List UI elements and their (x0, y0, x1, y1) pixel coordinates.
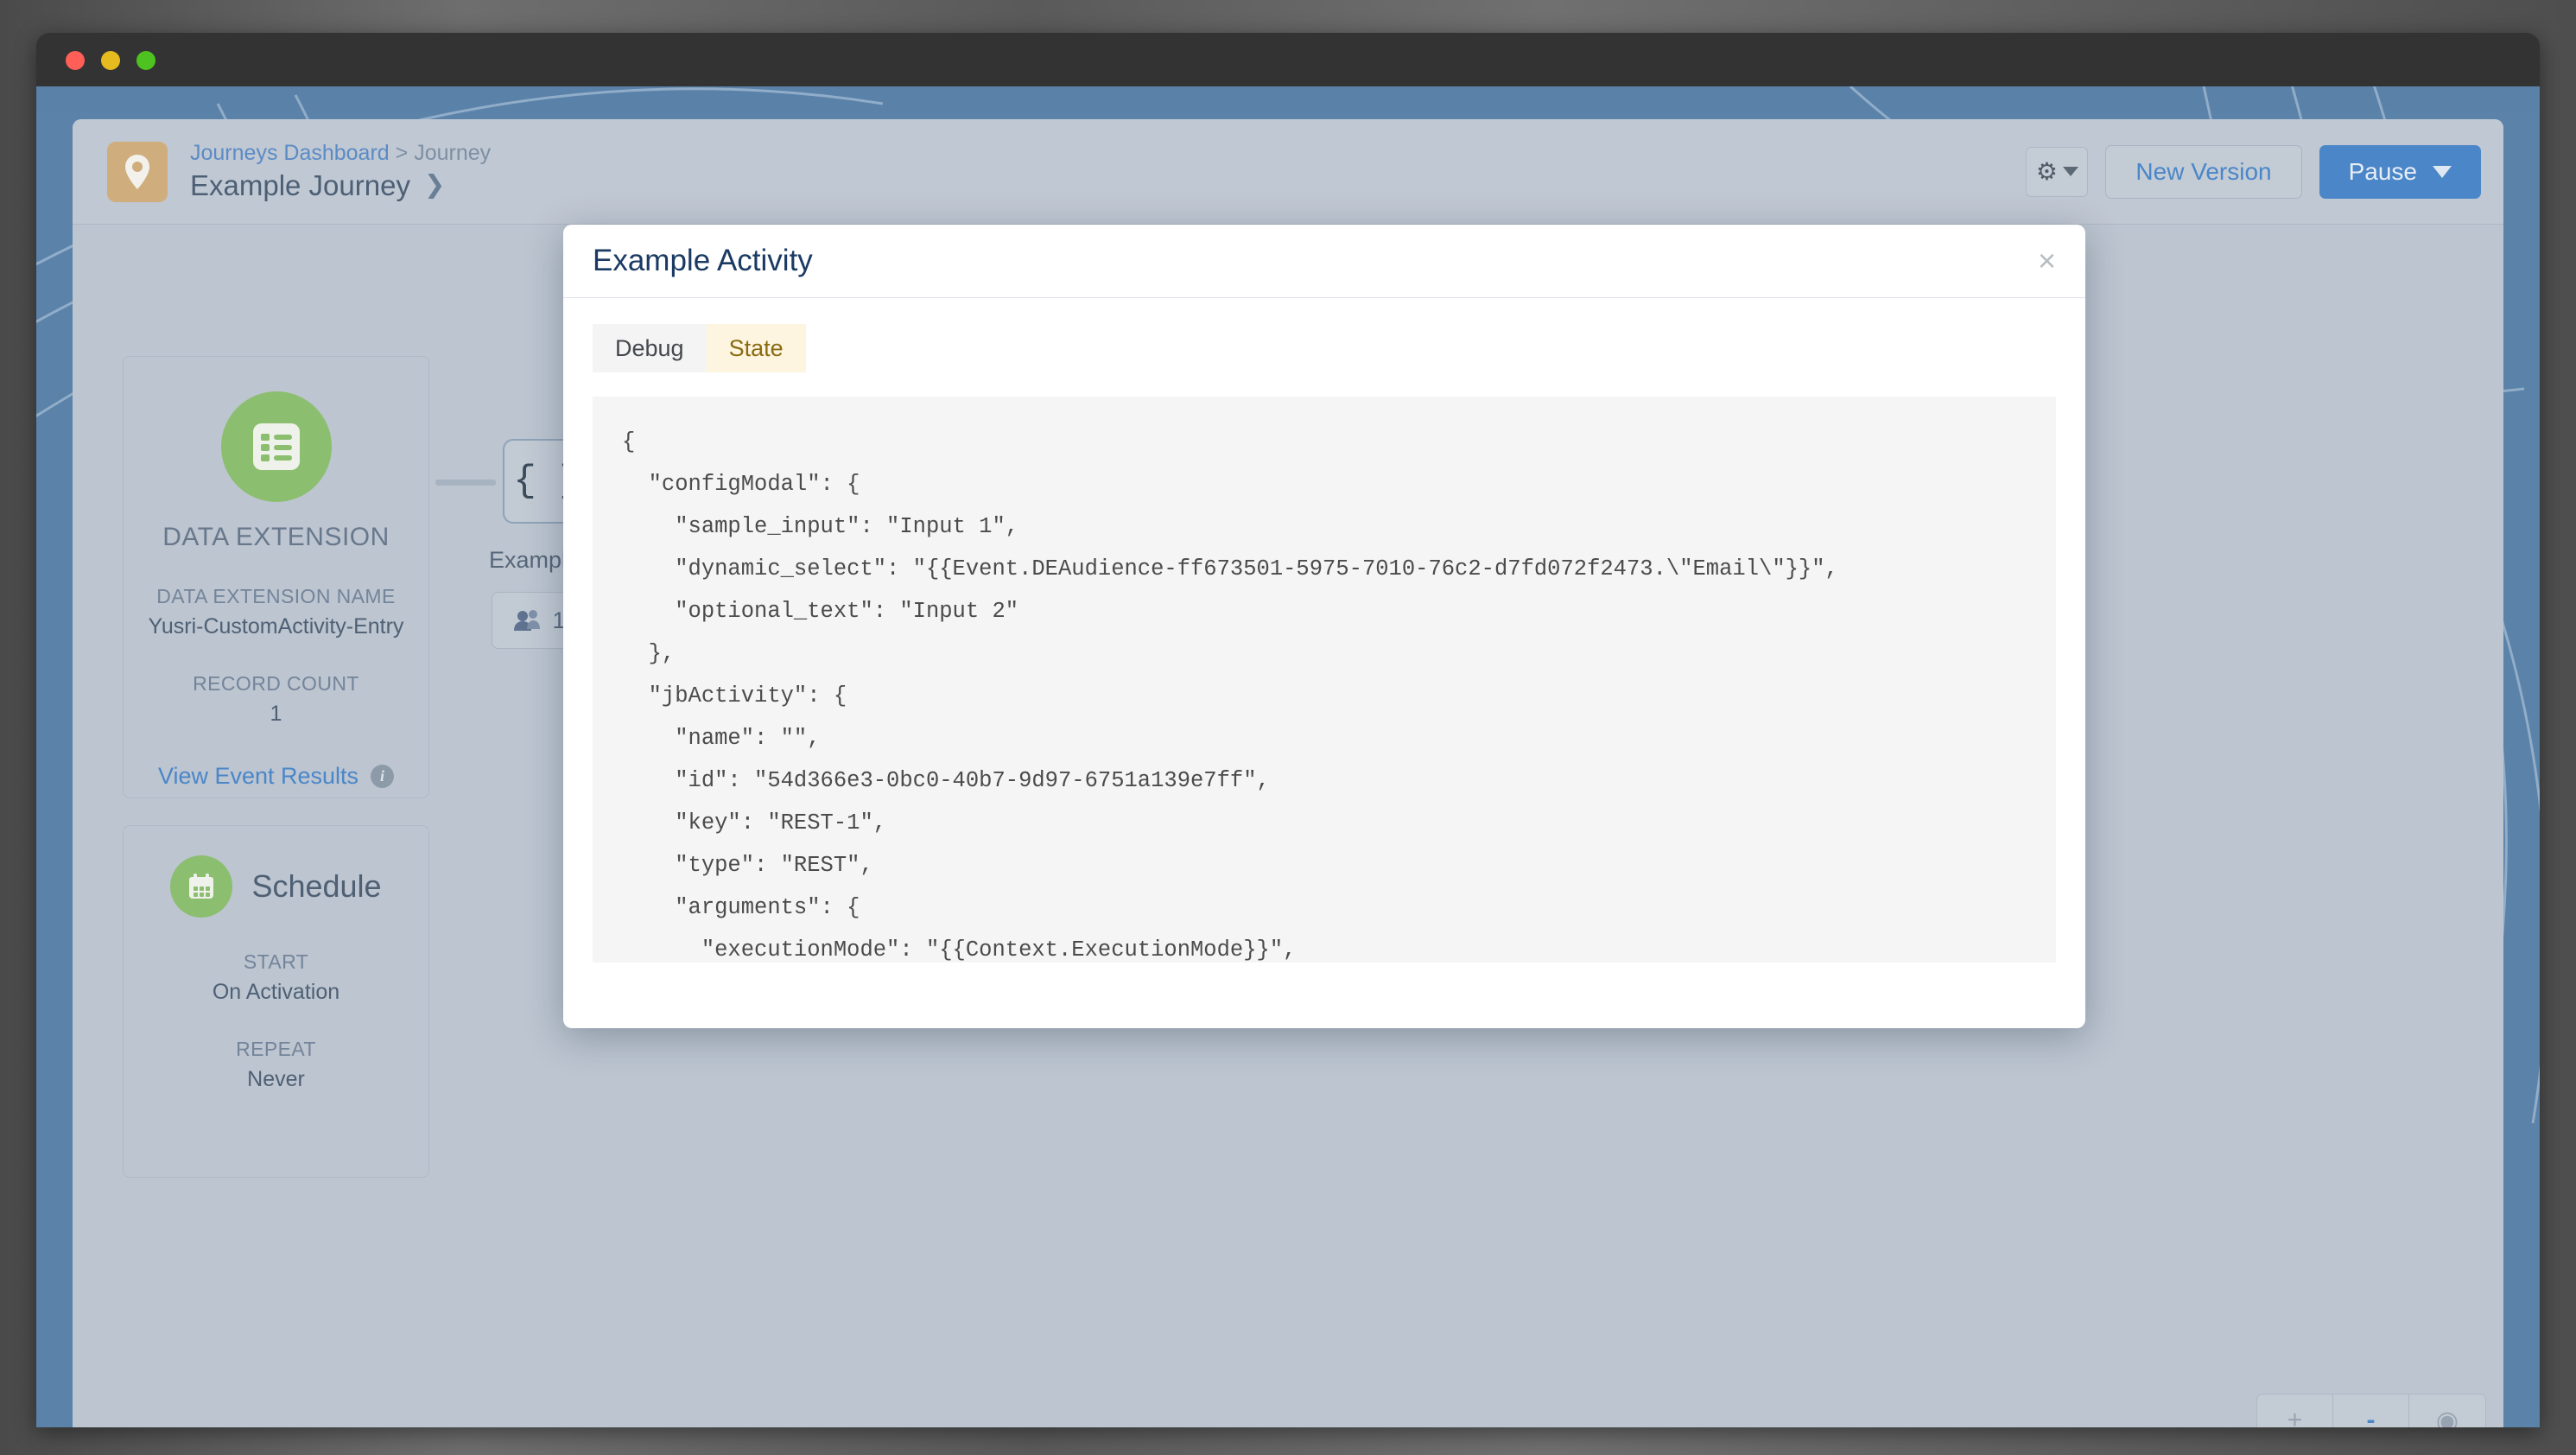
data-extension-name-label: DATA EXTENSION NAME (156, 585, 396, 607)
view-event-results-row: View Event Results i (124, 763, 428, 790)
pause-button-label: Pause (2348, 157, 2417, 185)
modal-body: Debug State { "configModal": { "sample_i… (563, 298, 2085, 963)
breadcrumb: Journeys Dashboard > Journey Example Jou… (190, 140, 491, 203)
pause-button[interactable]: Pause (2319, 144, 2481, 199)
people-icon (514, 610, 541, 631)
screen: Journeys Dashboard > Journey Example Jou… (0, 0, 2576, 1455)
gear-icon: ⚙ (2035, 157, 2058, 185)
chevron-down-icon (2062, 167, 2078, 176)
canvas-zoom-controls: + - ◉ (2256, 1394, 2486, 1427)
journey-name: Example Journey (190, 168, 410, 201)
activity-modal: Example Activity × Debug State { "config… (563, 225, 2085, 1028)
breadcrumb-link-journeys-dashboard[interactable]: Journeys Dashboard (190, 141, 390, 165)
calendar-icon (170, 855, 233, 918)
state-json-content: { "configModal": { "sample_input": "Inpu… (622, 429, 1838, 963)
close-icon[interactable]: × (2038, 245, 2056, 276)
schedule-repeat-value: Never (247, 1067, 305, 1091)
breadcrumb-separator: > (395, 141, 409, 166)
modal-header: Example Activity × (563, 225, 2085, 298)
schedule-card[interactable]: Schedule START On Activation REPEAT Neve… (123, 825, 429, 1178)
zoom-out-button[interactable]: - (2333, 1395, 2409, 1427)
tab-debug[interactable]: Debug (593, 324, 707, 373)
record-count-value: 1 (270, 702, 282, 726)
state-code-block[interactable]: { "configModal": { "sample_input": "Inpu… (593, 397, 2056, 963)
schedule-title: Schedule (251, 868, 382, 904)
maximize-window-button[interactable] (136, 51, 155, 70)
schedule-start-value: On Activation (212, 980, 340, 1004)
window-controls (66, 51, 155, 70)
tab-state[interactable]: State (706, 324, 806, 373)
page-viewport: Journeys Dashboard > Journey Example Jou… (36, 86, 2540, 1427)
schedule-header: Schedule (124, 855, 428, 918)
view-event-results-link[interactable]: View Event Results (158, 763, 358, 790)
canvas-connector (435, 480, 496, 486)
location-pin-icon (125, 154, 149, 189)
journey-header: Journeys Dashboard > Journey Example Jou… (73, 119, 2503, 225)
data-extension-icon (220, 391, 332, 502)
settings-button[interactable]: ⚙ (2026, 146, 2089, 197)
close-window-button[interactable] (66, 51, 85, 70)
schedule-start-label: START (243, 950, 309, 973)
modal-tabs: Debug State (593, 324, 806, 373)
modal-title: Example Activity (593, 244, 813, 277)
data-extension-name-value: Yusri-CustomActivity-Entry (148, 614, 404, 639)
window-titlebar (36, 33, 2540, 86)
page-title: Example Journey ❯ (190, 168, 491, 203)
info-icon[interactable]: i (371, 765, 395, 788)
schedule-repeat-label: REPEAT (236, 1038, 316, 1060)
header-toolbar: ⚙ New Version Pause (2026, 144, 2481, 199)
new-version-button[interactable]: New Version (2105, 144, 2302, 199)
chevron-down-icon (2433, 165, 2452, 178)
browser-window: Journeys Dashboard > Journey Example Jou… (36, 33, 2540, 1427)
entry-source-card[interactable]: DATA EXTENSION DATA EXTENSION NAME Yusri… (123, 356, 429, 798)
record-count-label: RECORD COUNT (193, 672, 359, 695)
zoom-reset-button[interactable]: ◉ (2409, 1395, 2485, 1427)
journey-icon (107, 141, 168, 202)
entry-source-type: DATA EXTENSION (162, 523, 390, 551)
minimize-window-button[interactable] (101, 51, 120, 70)
zoom-in-button[interactable]: + (2257, 1395, 2333, 1427)
chevron-right-icon[interactable]: ❯ (424, 169, 445, 200)
breadcrumb-current: Journey (414, 141, 492, 166)
